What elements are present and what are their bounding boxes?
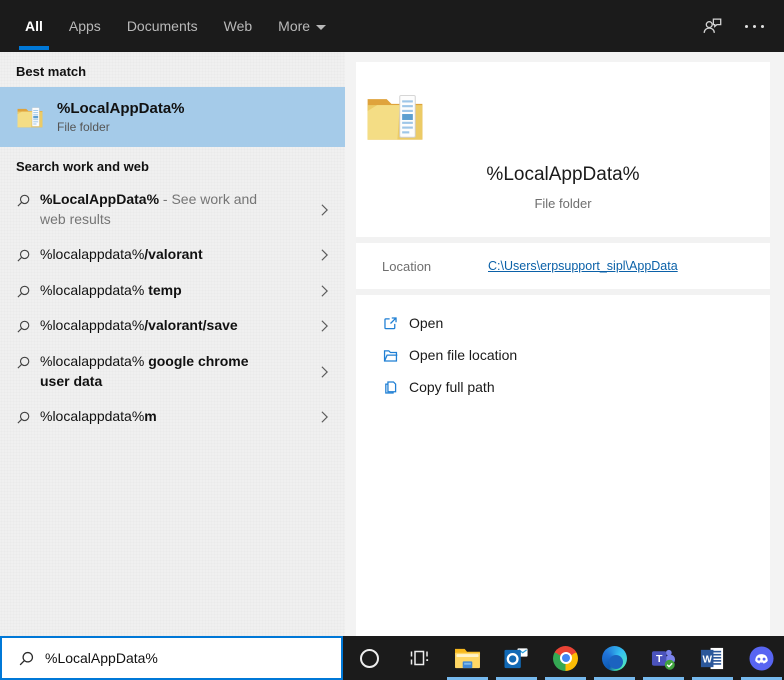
tab-web[interactable]: Web	[212, 0, 265, 52]
taskbar-teams-icon[interactable]: T	[639, 636, 688, 680]
taskbar-outlook-icon[interactable]	[492, 636, 541, 680]
suggestion-text: %localappdata%m	[40, 408, 157, 425]
svg-text:W: W	[702, 654, 712, 665]
suggestion-item[interactable]: %localappdata%/valorant/save	[0, 308, 345, 344]
bottom-bar: TW	[0, 636, 784, 680]
suggestion-item[interactable]: %localappdata% temp	[0, 273, 345, 309]
taskbar-discord-icon[interactable]	[737, 636, 784, 680]
search-icon	[16, 319, 31, 334]
suggestion-text: %localappdata% temp	[40, 281, 182, 298]
filter-tabs: All Apps Documents Web More	[0, 0, 338, 52]
action-label: Open	[409, 315, 444, 331]
action-label: Open file location	[409, 347, 518, 363]
tab-apps[interactable]: Apps	[57, 0, 113, 52]
chevron-right-icon[interactable]	[320, 248, 329, 262]
taskbar-edge-icon[interactable]	[590, 636, 639, 680]
chevron-right-icon[interactable]	[320, 203, 329, 217]
chevron-right-icon[interactable]	[320, 284, 329, 298]
tab-label: Documents	[126, 18, 198, 34]
suggestion-item[interactable]: %localappdata%m	[0, 399, 345, 435]
copy-full-path-button[interactable]: Copy full path	[356, 371, 770, 403]
search-icon	[16, 410, 31, 425]
tab-label: All	[25, 18, 43, 34]
taskbar-cortana-icon[interactable]	[345, 636, 394, 680]
search-input[interactable]	[45, 650, 325, 666]
suggestion-text: %localappdata%/valorant/save	[40, 317, 238, 334]
tab-all[interactable]: All	[13, 0, 55, 52]
svg-text:T: T	[656, 652, 663, 664]
preview-title: %LocalAppData%	[486, 164, 640, 185]
suggestion-text: %localappdata%/valorant	[40, 246, 203, 263]
search-icon	[16, 193, 31, 208]
open-file-location-button[interactable]: Open file location	[356, 339, 770, 371]
search-icon	[16, 248, 31, 263]
suggestions-list: %LocalAppData% - See work and web result…	[0, 182, 345, 435]
action-label: Copy full path	[409, 379, 495, 395]
taskbar-word-icon[interactable]: W	[688, 636, 737, 680]
tab-more[interactable]: More	[266, 0, 338, 52]
search-box[interactable]	[0, 636, 343, 680]
preview-card: %LocalAppData% File folder Location C:\U…	[356, 62, 770, 636]
tab-label: More	[278, 18, 311, 34]
best-match-subtitle: File folder	[57, 120, 110, 134]
tab-documents[interactable]: Documents	[115, 0, 210, 52]
suggestion-item[interactable]: %localappdata%/valorant	[0, 237, 345, 273]
folder-icon	[366, 92, 760, 142]
search-flyout: Best match %LocalAppData% File folder Se…	[0, 52, 784, 636]
feedback-icon[interactable]	[701, 15, 723, 37]
best-match-text: %LocalAppData% File folder	[57, 100, 185, 134]
search-web-header: Search work and web	[16, 159, 149, 174]
results-panel: Best match %LocalAppData% File folder Se…	[0, 52, 345, 636]
open-icon	[382, 315, 399, 332]
taskbar: TW	[343, 636, 784, 680]
preview-subtitle: File folder	[534, 196, 592, 211]
open-button[interactable]: Open	[356, 307, 770, 339]
open-file-location-icon	[382, 347, 399, 364]
taskbar-task-view-icon[interactable]	[394, 636, 443, 680]
best-match-title: %LocalAppData%	[57, 100, 185, 117]
search-icon	[16, 284, 31, 299]
location-row: Location C:\Users\erpsupport_sipl\AppDat…	[356, 243, 770, 289]
chevron-right-icon[interactable]	[320, 365, 329, 379]
taskbar-chrome-icon[interactable]	[541, 636, 590, 680]
best-match-header: Best match	[16, 64, 87, 79]
preview-hero: %LocalAppData% File folder	[356, 62, 770, 237]
suggestion-item[interactable]: %LocalAppData% - See work and web result…	[0, 182, 345, 237]
chevron-right-icon[interactable]	[320, 319, 329, 333]
search-filter-bar: All Apps Documents Web More	[0, 0, 784, 52]
search-icon	[16, 355, 31, 370]
best-match-item[interactable]: %LocalAppData% File folder	[0, 87, 345, 147]
search-icon	[18, 650, 35, 667]
topbar-right	[701, 0, 784, 52]
location-label: Location	[382, 258, 432, 274]
suggestion-text: %localappdata% google chrome user data	[40, 352, 249, 389]
copy-icon	[382, 379, 399, 396]
tab-label: Apps	[68, 18, 101, 34]
taskbar-file-explorer-icon[interactable]	[443, 636, 492, 680]
preview-panel: %LocalAppData% File folder Location C:\U…	[345, 52, 784, 636]
suggestion-item[interactable]: %localappdata% google chrome user data	[0, 344, 345, 399]
more-options-icon[interactable]	[745, 24, 764, 28]
folder-icon	[17, 105, 43, 129]
tab-label: Web	[223, 18, 253, 34]
location-link[interactable]: C:\Users\erpsupport_sipl\AppData	[488, 259, 678, 273]
suggestion-text: %LocalAppData% - See work and web result…	[40, 191, 258, 227]
chevron-down-icon	[316, 24, 327, 30]
chevron-right-icon[interactable]	[320, 410, 329, 424]
actions-list: Open Open file location Copy full path	[356, 295, 770, 417]
